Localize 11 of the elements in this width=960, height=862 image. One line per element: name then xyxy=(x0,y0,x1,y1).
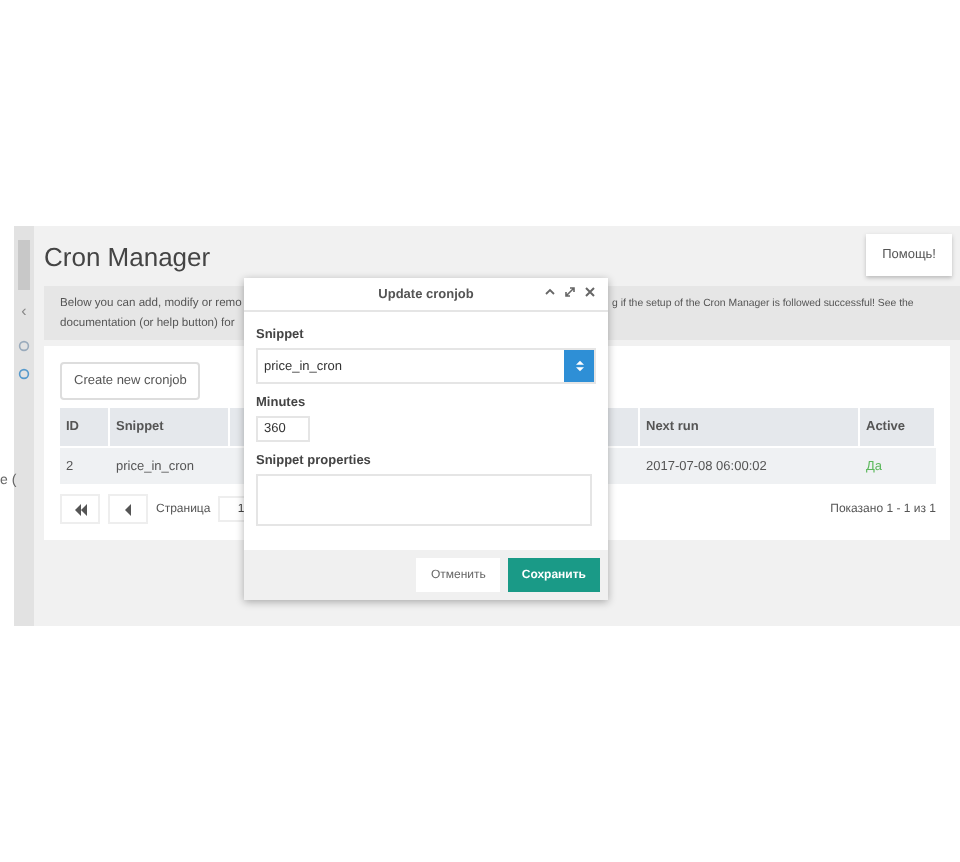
previous-page-button[interactable] xyxy=(108,494,148,524)
first-page-button[interactable] xyxy=(60,494,100,524)
double-left-arrow-icon xyxy=(73,503,87,515)
maximize-icon[interactable] xyxy=(564,286,576,298)
page-title: Cron Manager xyxy=(44,242,211,272)
properties-field[interactable] xyxy=(256,474,592,526)
sort-icon xyxy=(575,360,583,372)
left-arrow-icon xyxy=(124,503,132,515)
close-icon[interactable] xyxy=(584,286,596,298)
scrollbar-thumb[interactable] xyxy=(18,240,30,290)
collapse-icon[interactable] xyxy=(544,286,556,298)
